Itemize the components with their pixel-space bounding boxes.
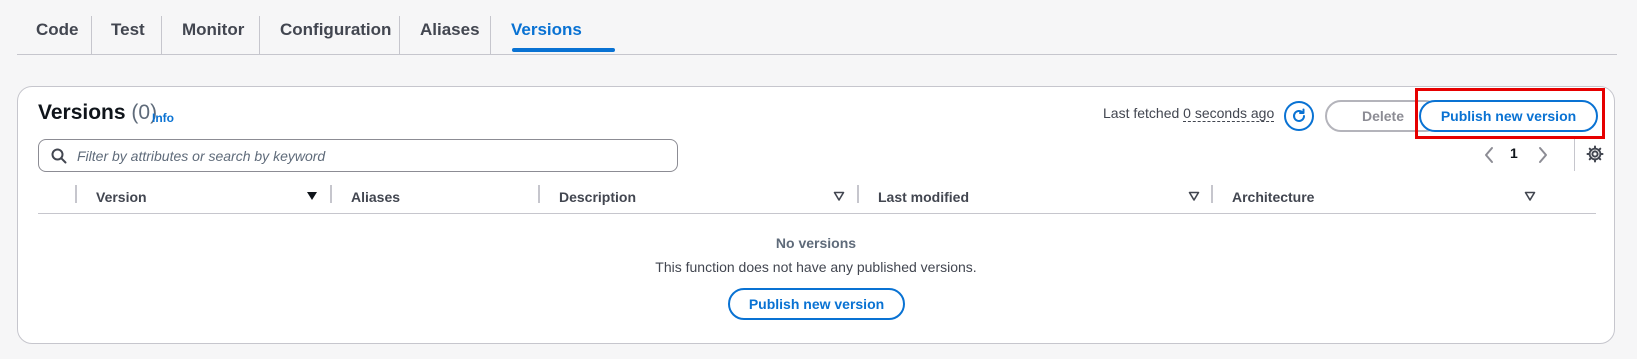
last-fetched-label: Last fetched [1103, 105, 1180, 121]
chevron-left-icon[interactable] [1481, 145, 1497, 165]
tab-monitor[interactable]: Monitor [182, 18, 244, 42]
tab-aliases[interactable]: Aliases [420, 18, 480, 42]
empty-state-title: No versions [775, 235, 857, 251]
tab-configuration[interactable]: Configuration [280, 18, 391, 42]
versions-panel: Versions (0) Info Last fetched 0 seconds… [17, 86, 1615, 344]
sort-icon[interactable] [1188, 190, 1200, 202]
column-divider [330, 185, 332, 203]
sort-descending-icon[interactable] [306, 190, 318, 202]
pagination-divider [1574, 139, 1575, 171]
last-fetched: Last fetched 0 seconds ago [1103, 105, 1275, 122]
search-input[interactable] [75, 146, 669, 165]
column-header-architecture[interactable]: Architecture [1232, 189, 1314, 205]
tab-divider [399, 16, 400, 54]
sort-icon[interactable] [833, 190, 845, 202]
gear-icon[interactable] [1586, 145, 1604, 163]
tab-divider [259, 16, 260, 54]
column-divider [857, 185, 859, 203]
empty-state-publish-button[interactable]: Publish new version [728, 288, 905, 320]
column-divider [1211, 185, 1213, 203]
tab-code[interactable]: Code [36, 18, 79, 42]
empty-state-description: This function does not have any publishe… [655, 259, 977, 275]
table-header: Version Aliases Description Last modifie… [38, 183, 1596, 214]
last-fetched-time[interactable]: 0 seconds ago [1183, 105, 1275, 122]
panel-title: Versions (0) [38, 101, 157, 125]
publish-new-version-button[interactable]: Publish new version [1419, 100, 1598, 132]
tab-versions[interactable]: Versions [511, 18, 582, 42]
tab-divider [91, 16, 92, 54]
column-header-last-modified[interactable]: Last modified [878, 189, 969, 205]
column-divider [75, 185, 77, 203]
info-link[interactable]: Info [152, 111, 174, 125]
tab-bar: Code Test Monitor Configuration Aliases … [17, 0, 1617, 55]
column-header-aliases: Aliases [351, 189, 401, 205]
search-bar [38, 139, 678, 172]
panel-title-text: Versions [38, 101, 126, 124]
search-icon [51, 148, 67, 163]
sort-icon[interactable] [1524, 190, 1536, 202]
chevron-right-icon[interactable] [1535, 145, 1551, 165]
tab-test[interactable]: Test [111, 18, 145, 42]
tab-divider [161, 16, 162, 54]
column-header-version[interactable]: Version [96, 189, 147, 205]
current-page-number[interactable]: 1 [1510, 145, 1518, 161]
active-tab-indicator [512, 48, 615, 52]
column-divider [538, 185, 540, 203]
tab-divider [490, 16, 491, 54]
refresh-button[interactable] [1284, 101, 1314, 131]
refresh-icon [1293, 108, 1305, 122]
column-header-description[interactable]: Description [559, 189, 636, 205]
